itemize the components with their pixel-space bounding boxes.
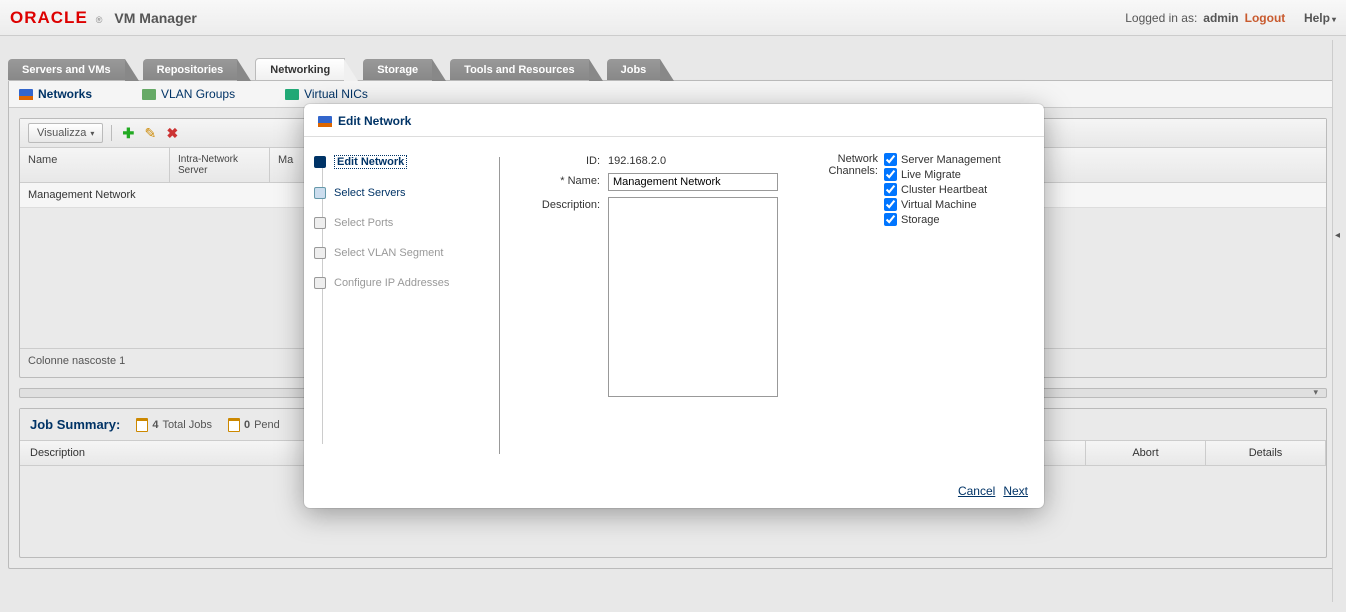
total-jobs[interactable]: 4 Total Jobs xyxy=(136,418,212,432)
pending-jobs[interactable]: 0 Pend xyxy=(228,418,280,432)
checkbox[interactable] xyxy=(884,198,897,211)
tab-jobs[interactable]: Jobs xyxy=(607,59,661,80)
col-abort[interactable]: Abort xyxy=(1086,441,1206,465)
tab-networking[interactable]: Networking xyxy=(255,58,345,80)
description-textarea[interactable] xyxy=(608,197,778,397)
brand-main: ORACLE xyxy=(10,8,88,28)
col-name[interactable]: Name xyxy=(20,148,170,182)
id-value: 192.168.2.0 xyxy=(608,153,788,167)
chevron-down-icon: ▾ xyxy=(1332,15,1336,24)
edit-icon[interactable]: ✎ xyxy=(142,125,158,141)
subnav-networks[interactable]: Networks xyxy=(19,87,92,101)
add-icon[interactable]: ✚ xyxy=(120,125,136,141)
vlan-icon xyxy=(142,89,156,100)
wizard-step-configure-ip: Configure IP Addresses xyxy=(314,277,489,289)
network-icon xyxy=(318,116,332,127)
edit-network-dialog: Edit Network Edit Network Select Servers… xyxy=(304,104,1044,508)
brand-logo: ORACLE ® VM Manager xyxy=(10,8,197,28)
checkbox[interactable] xyxy=(884,168,897,181)
wizard-nav: Edit Network Select Servers Select Ports… xyxy=(304,137,499,474)
cell-name: Management Network xyxy=(20,183,170,207)
subnav-vlan-groups[interactable]: VLAN Groups xyxy=(142,87,235,101)
help-menu[interactable]: Help▾ xyxy=(1304,11,1336,25)
step-box-icon xyxy=(314,156,326,168)
col-intra-network[interactable]: Intra-Network Server xyxy=(170,148,270,182)
step-box-icon xyxy=(314,217,326,229)
network-channels-group: Network Channels: Server Management Live… xyxy=(818,153,1001,458)
divider xyxy=(111,125,112,141)
step-box-icon xyxy=(314,277,326,289)
id-label: ID: xyxy=(520,153,600,167)
channel-storage[interactable]: Storage xyxy=(884,213,1001,226)
chevron-left-icon: ◂ xyxy=(1335,230,1340,241)
wizard-line xyxy=(322,167,323,444)
checkbox[interactable] xyxy=(884,183,897,196)
cancel-button[interactable]: Cancel xyxy=(958,484,995,498)
name-input[interactable] xyxy=(608,173,778,191)
clipboard-icon xyxy=(136,418,148,432)
form-column-left: ID: 192.168.2.0 Name: Description: xyxy=(520,153,788,458)
checkbox[interactable] xyxy=(884,153,897,166)
channel-cluster-heartbeat[interactable]: Cluster Heartbeat xyxy=(884,183,1001,196)
wizard-step-select-vlan: Select VLAN Segment xyxy=(314,247,489,259)
tab-servers-vms[interactable]: Servers and VMs xyxy=(8,59,125,80)
right-sidebar-collapse[interactable]: ◂ xyxy=(1332,40,1346,602)
dialog-title: Edit Network xyxy=(304,104,1044,137)
col-details[interactable]: Details xyxy=(1206,441,1326,465)
dialog-form: ID: 192.168.2.0 Name: Description: Netwo… xyxy=(500,137,1044,474)
visualizza-menu[interactable]: Visualizza ▾ xyxy=(28,123,103,143)
delete-icon[interactable]: ✖ xyxy=(164,125,180,141)
description-label: Description: xyxy=(520,197,600,397)
wizard-step-select-ports: Select Ports xyxy=(314,217,489,229)
header-right: Logged in as: admin Logout Help▾ xyxy=(1125,11,1336,25)
user-name: admin xyxy=(1203,11,1238,25)
dialog-body: Edit Network Select Servers Select Ports… xyxy=(304,137,1044,474)
product-name: VM Manager xyxy=(114,10,196,26)
channel-live-migrate[interactable]: Live Migrate xyxy=(884,168,1001,181)
channel-virtual-machine[interactable]: Virtual Machine xyxy=(884,198,1001,211)
logged-in-label: Logged in as: xyxy=(1125,11,1197,25)
logout-link[interactable]: Logout xyxy=(1245,11,1286,25)
tab-tools-resources[interactable]: Tools and Resources xyxy=(450,59,588,80)
wizard-step-select-servers[interactable]: Select Servers xyxy=(314,187,489,199)
wizard-step-edit-network[interactable]: Edit Network xyxy=(314,155,489,169)
app-header: ORACLE ® VM Manager Logged in as: admin L… xyxy=(0,0,1346,36)
network-icon xyxy=(19,89,33,100)
channels-list: Server Management Live Migrate Cluster H… xyxy=(884,153,1001,226)
tab-storage[interactable]: Storage xyxy=(363,59,432,80)
checkbox[interactable] xyxy=(884,213,897,226)
vnic-icon xyxy=(285,89,299,100)
channel-server-management[interactable]: Server Management xyxy=(884,153,1001,166)
channels-label: Network Channels: xyxy=(818,153,878,177)
main-tabs: Servers and VMs Repositories Networking … xyxy=(8,56,1346,80)
dialog-footer: Cancel Next xyxy=(304,474,1044,508)
step-box-icon xyxy=(314,187,326,199)
tab-repositories[interactable]: Repositories xyxy=(143,59,238,80)
name-label: Name: xyxy=(520,173,600,191)
step-box-icon xyxy=(314,247,326,259)
next-button[interactable]: Next xyxy=(1003,484,1028,498)
job-summary-title: Job Summary: xyxy=(30,417,120,432)
clipboard-icon xyxy=(228,418,240,432)
brand-reg: ® xyxy=(96,15,103,25)
subnav-virtual-nics[interactable]: Virtual NICs xyxy=(285,87,368,101)
chevron-down-icon: ▾ xyxy=(90,129,94,138)
